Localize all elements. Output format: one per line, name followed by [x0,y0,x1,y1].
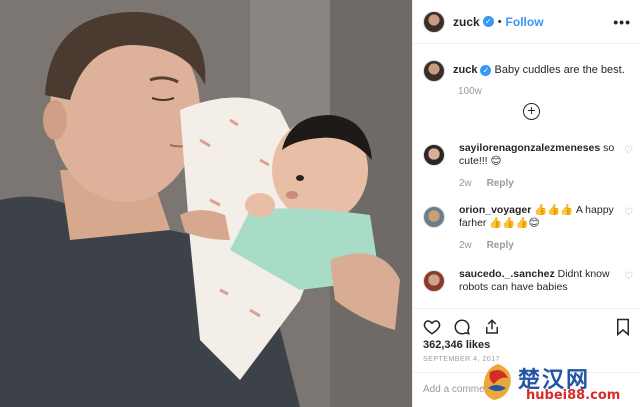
like-comment-heart-icon[interactable]: ♡ [624,207,633,218]
heart-icon[interactable] [423,318,441,336]
caption: zuck ✓ Baby cuddles are the best. [423,60,625,82]
verified-badge-icon: ✓ [482,16,494,27]
share-icon[interactable] [483,318,501,336]
comment-username[interactable]: orion_voyager [459,204,531,216]
likes-count[interactable]: 362,346 likes [423,339,490,351]
like-comment-heart-icon[interactable]: ♡ [624,271,633,282]
commenter-avatar[interactable] [423,270,445,292]
separator-dot: • [497,15,502,28]
caption-avatar[interactable] [423,60,445,82]
author-avatar[interactable] [423,10,445,33]
post-photo[interactable] [0,0,412,407]
add-comment-input[interactable]: Add a comment... [413,372,640,407]
caption-text: zuck ✓ Baby cuddles are the best. [453,60,625,80]
comment-time: 2w [459,240,472,251]
post-date: SEPTEMBER 4, 2017 [423,356,500,363]
comment-meta: 2w Reply [459,239,619,252]
comment-icon[interactable] [453,318,471,336]
caption-timestamp: 100w [458,86,482,97]
comment-username[interactable]: sayilorenagonzalezmeneses [459,142,600,154]
comment-body: sayilorenagonzalezmeneses so cute!!! 😊 2… [459,142,619,190]
follow-button[interactable]: Follow [506,15,544,29]
comment-body: saucedo._.sanchez Didnt know robots can … [459,268,619,294]
more-options-icon[interactable]: ••• [613,14,631,30]
post-header: zuck ✓ • Follow ••• [413,0,640,44]
comment-meta: 2w Reply [459,177,619,190]
caption-username[interactable]: zuck [453,64,477,76]
commenter-avatar[interactable] [423,144,445,166]
like-comment-heart-icon[interactable]: ♡ [624,145,633,156]
commenter-avatar[interactable] [423,206,445,228]
load-more-comments-plus-icon[interactable]: + [523,103,540,120]
photo-illustration [0,0,412,407]
caption-body: Baby cuddles are the best. [494,64,625,76]
comment-time: 2w [459,178,472,189]
comment-body: orion_voyager 👍👍👍 A happy farher 👍👍👍😊 2w… [459,204,619,252]
post-sidebar: zuck ✓ • Follow ••• zuck ✓ Baby cuddles a… [412,0,640,407]
comment-item: sayilorenagonzalezmeneses so cute!!! 😊 2… [423,142,640,190]
reply-button[interactable]: Reply [487,240,514,251]
author-username[interactable]: zuck [453,15,480,29]
verified-badge-icon: ✓ [480,64,492,76]
comment-username[interactable]: saucedo._.sanchez [459,268,555,280]
bookmark-icon[interactable] [615,318,631,341]
comment-item: orion_voyager 👍👍👍 A happy farher 👍👍👍😊 2w… [423,204,640,252]
comment-item: saucedo._.sanchez Didnt know robots can … [423,268,640,294]
reply-button[interactable]: Reply [487,178,514,189]
